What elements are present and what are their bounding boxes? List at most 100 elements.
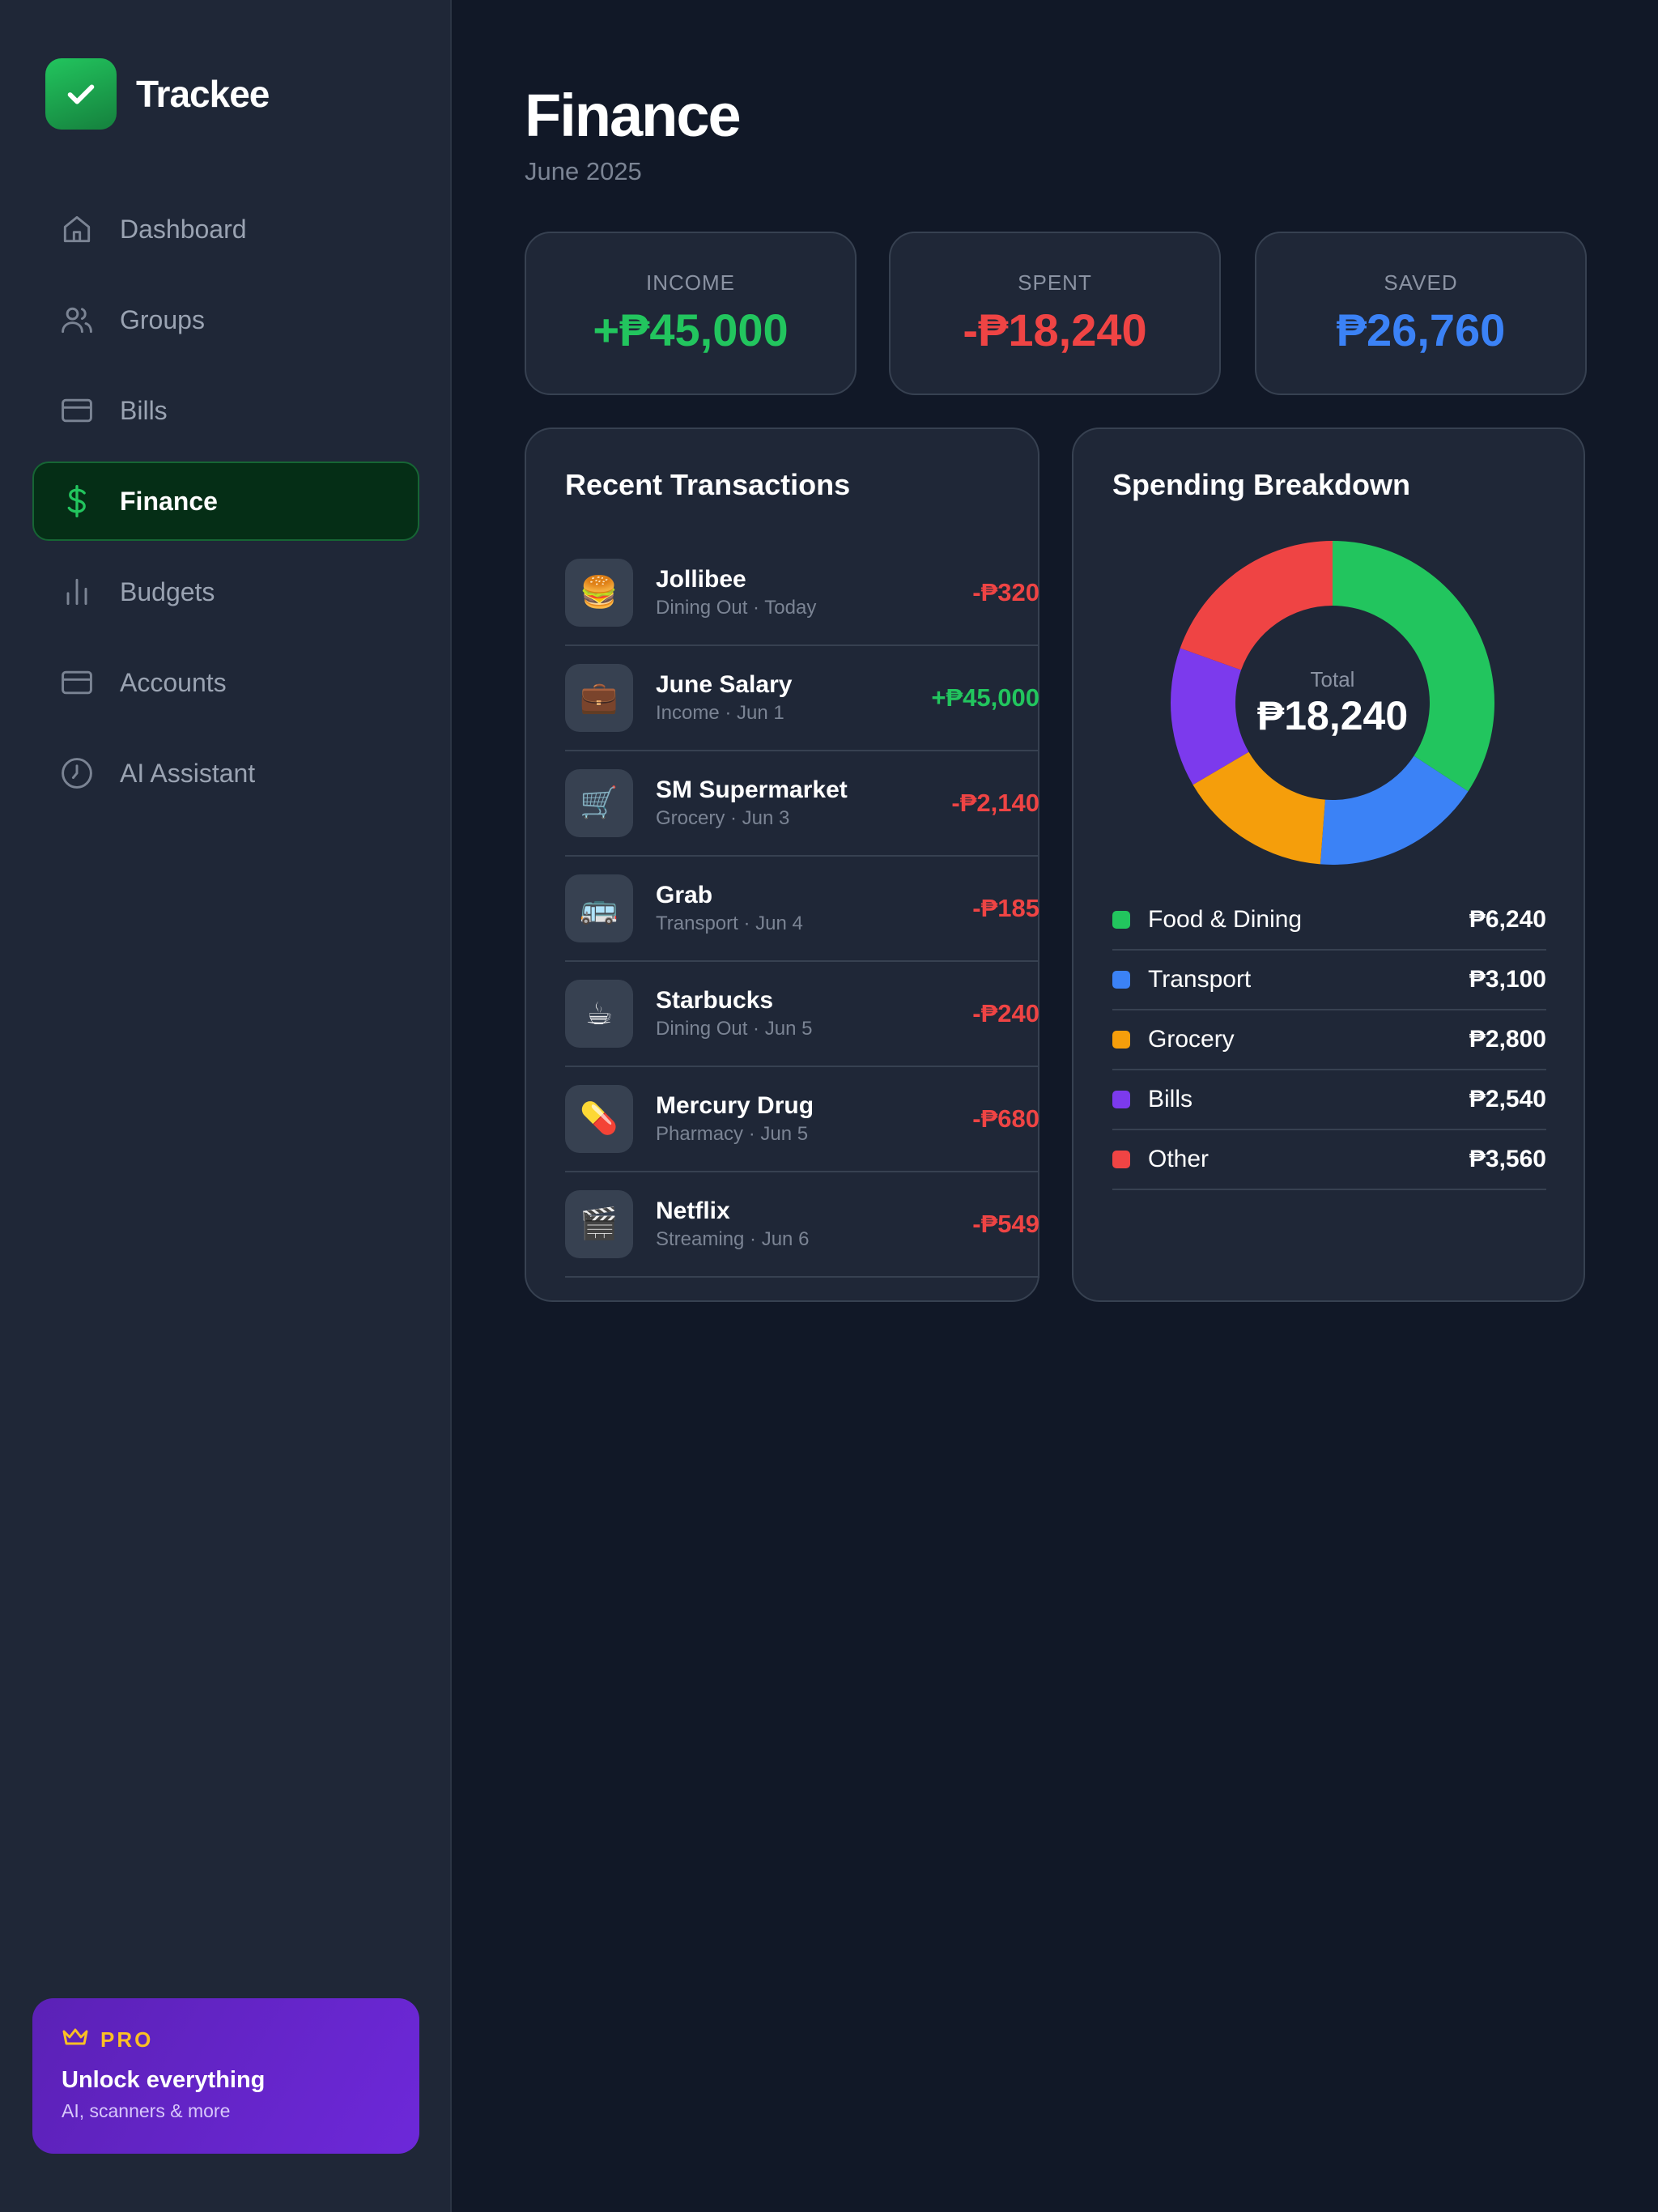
- transaction-name: Mercury Drug: [656, 1092, 814, 1119]
- legend-value: ₱6,240: [1469, 906, 1546, 933]
- cart-icon: 🛒: [565, 769, 633, 837]
- legend-value: ₱2,800: [1469, 1026, 1546, 1053]
- transaction-row[interactable]: 💊 Mercury Drug Pharmacy · Jun 5 -₱680: [565, 1067, 1039, 1172]
- users-icon: [58, 301, 96, 338]
- legend-row[interactable]: Grocery ₱2,800: [1112, 1010, 1546, 1070]
- transaction-amount: -₱549: [972, 1210, 1039, 1238]
- legend-swatch: [1112, 1151, 1130, 1168]
- transaction-text: June Salary Income · Jun 1: [656, 671, 931, 725]
- legend-row[interactable]: Food & Dining ₱6,240: [1112, 891, 1546, 951]
- pill-icon: 💊: [565, 1085, 633, 1153]
- transaction-row[interactable]: 🚌 Grab Transport · Jun 4 -₱185: [565, 857, 1039, 962]
- briefcase-icon: 💼: [565, 664, 633, 732]
- transaction-name: Jollibee: [656, 566, 746, 593]
- transaction-text: Jollibee Dining Out · Today: [656, 566, 972, 619]
- sidebar-nav: Dashboard Groups Bills Finance Budgets A…: [32, 189, 419, 824]
- transaction-name: Netflix: [656, 1197, 730, 1224]
- sidebar-item-budgets[interactable]: Budgets: [32, 552, 419, 632]
- card-icon: [58, 392, 96, 429]
- check-icon: [45, 58, 117, 130]
- legend-value: ₱2,540: [1469, 1086, 1546, 1112]
- transaction-list: 🍔 Jollibee Dining Out · Today -₱320 💼 Ju…: [565, 541, 1039, 1278]
- sidebar-item-ai-assistant[interactable]: AI Assistant: [32, 734, 419, 813]
- transaction-row[interactable]: ☕ Starbucks Dining Out · Jun 5 -₱240: [565, 962, 1039, 1067]
- transaction-amount: +₱45,000: [931, 683, 1039, 712]
- page-subtitle: June 2025: [525, 157, 642, 185]
- transaction-text: Grab Transport · Jun 4: [656, 882, 972, 935]
- sidebar-item-accounts[interactable]: Accounts: [32, 643, 419, 722]
- transaction-text: SM Supermarket Grocery · Jun 3: [656, 776, 951, 830]
- income-stat-card: INCOME +₱45,000: [525, 232, 857, 395]
- pro-upgrade-card[interactable]: PRO Unlock everything AI, scanners & mor…: [32, 1998, 419, 2154]
- legend-row[interactable]: Transport ₱3,100: [1112, 951, 1546, 1010]
- stat-label: SPENT: [1018, 270, 1092, 295]
- bus-icon: 🚌: [565, 874, 633, 942]
- pro-header: PRO: [62, 2027, 390, 2052]
- sidebar-item-dashboard[interactable]: Dashboard: [32, 189, 419, 269]
- legend-row[interactable]: Bills ₱2,540: [1112, 1070, 1546, 1130]
- pro-subtitle: AI, scanners & more: [62, 2100, 231, 2121]
- transaction-meta: Income · Jun 1: [656, 702, 784, 724]
- transaction-text: Starbucks Dining Out · Jun 5: [656, 987, 972, 1040]
- sidebar-item-label: AI Assistant: [120, 758, 256, 788]
- transaction-meta: Grocery · Jun 3: [656, 807, 790, 829]
- brand-name: Trackee: [136, 73, 270, 115]
- legend-label: Transport: [1148, 966, 1252, 993]
- saved-stat-card: SAVED ₱26,760: [1255, 232, 1587, 395]
- sidebar-item-groups[interactable]: Groups: [32, 280, 419, 359]
- pro-title: Unlock everything: [62, 2067, 266, 2093]
- saved-value: ₱26,760: [1336, 304, 1506, 355]
- crown-icon: [62, 2027, 89, 2052]
- sidebar-item-label: Accounts: [120, 667, 227, 697]
- transaction-meta: Dining Out · Jun 5: [656, 1018, 813, 1040]
- bar-chart-icon: [58, 573, 96, 610]
- transaction-amount: -₱2,140: [951, 789, 1039, 817]
- legend-swatch: [1112, 911, 1130, 929]
- legend-label: Other: [1148, 1146, 1209, 1172]
- spent-value: -₱18,240: [963, 304, 1147, 355]
- legend-label: Grocery: [1148, 1026, 1235, 1053]
- sidebar-item-label: Groups: [120, 304, 205, 334]
- transaction-row[interactable]: 🛒 SM Supermarket Grocery · Jun 3 -₱2,140: [565, 751, 1039, 857]
- sidebar-item-finance[interactable]: Finance: [32, 462, 419, 541]
- card-title: Recent Transactions: [565, 468, 851, 501]
- legend-swatch: [1112, 1031, 1130, 1049]
- burger-icon: 🍔: [565, 559, 633, 627]
- coffee-icon: ☕: [565, 980, 633, 1048]
- transaction-name: June Salary: [656, 671, 793, 698]
- pro-tag: PRO: [100, 2027, 154, 2052]
- stat-label: INCOME: [646, 270, 735, 295]
- transaction-meta: Streaming · Jun 6: [656, 1228, 810, 1250]
- transaction-name: Grab: [656, 882, 713, 908]
- page-title: Finance: [525, 82, 742, 149]
- sidebar: Trackee Dashboard Groups Bills Finance B…: [0, 0, 452, 2212]
- donut-chart: Total ₱18,240: [1163, 533, 1503, 873]
- transaction-row[interactable]: 🎬 Netflix Streaming · Jun 6 -₱549: [565, 1172, 1039, 1278]
- brand[interactable]: Trackee: [45, 58, 270, 130]
- card-title: Spending Breakdown: [1112, 468, 1411, 501]
- card-icon: [58, 664, 96, 701]
- transaction-name: SM Supermarket: [656, 776, 848, 803]
- sidebar-item-label: Finance: [120, 486, 218, 516]
- legend-swatch: [1112, 971, 1130, 989]
- sidebar-item-bills[interactable]: Bills: [32, 371, 419, 450]
- transaction-text: Netflix Streaming · Jun 6: [656, 1197, 972, 1251]
- sidebar-item-label: Bills: [120, 395, 168, 425]
- stat-label: SAVED: [1384, 270, 1458, 295]
- transaction-row[interactable]: 🍔 Jollibee Dining Out · Today -₱320: [565, 541, 1039, 646]
- legend-label: Food & Dining: [1148, 906, 1303, 933]
- legend-row[interactable]: Other ₱3,560: [1112, 1130, 1546, 1190]
- spending-breakdown-card: Spending Breakdown Total ₱18,240 Food & …: [1072, 428, 1585, 1302]
- spent-stat-card: SPENT -₱18,240: [889, 232, 1221, 395]
- sidebar-item-label: Dashboard: [120, 214, 247, 244]
- transaction-text: Mercury Drug Pharmacy · Jun 5: [656, 1092, 972, 1146]
- transaction-meta: Pharmacy · Jun 5: [656, 1123, 809, 1145]
- transaction-meta: Transport · Jun 4: [656, 912, 803, 934]
- transaction-meta: Dining Out · Today: [656, 597, 817, 619]
- transaction-row[interactable]: 💼 June Salary Income · Jun 1 +₱45,000: [565, 646, 1039, 751]
- transaction-amount: -₱185: [972, 894, 1039, 922]
- transaction-name: Starbucks: [656, 987, 774, 1014]
- donut-center-value: ₱18,240: [1256, 692, 1409, 738]
- sidebar-item-label: Budgets: [120, 576, 215, 606]
- transaction-amount: -₱320: [972, 578, 1039, 606]
